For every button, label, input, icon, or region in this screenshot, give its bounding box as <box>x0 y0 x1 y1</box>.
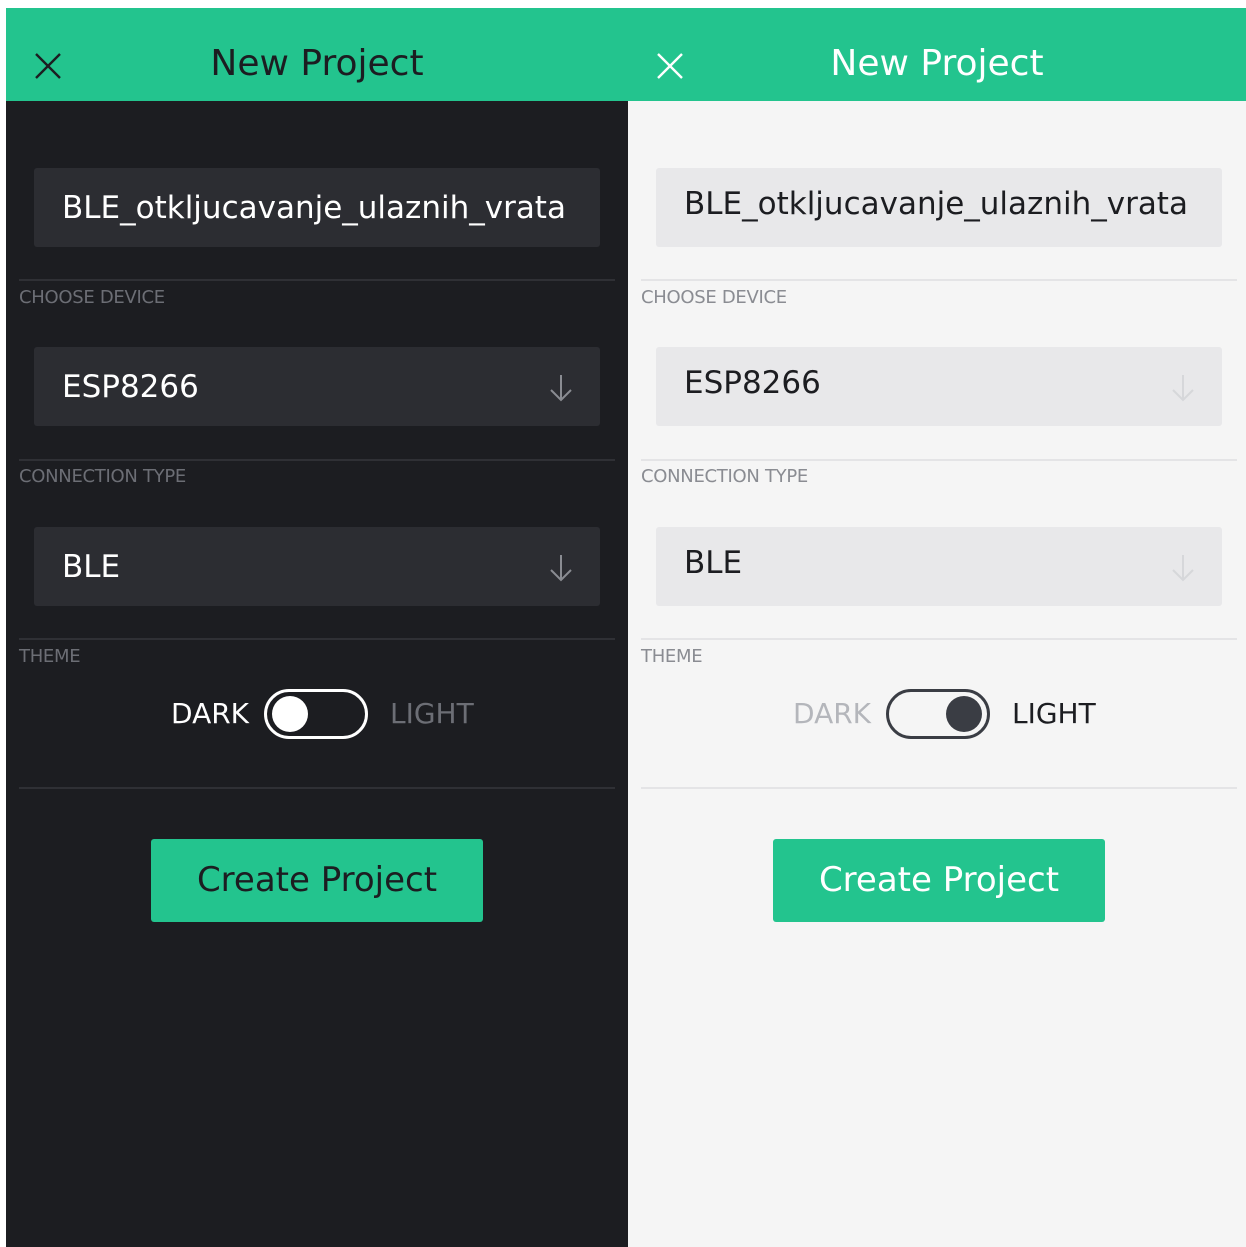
create-project-button[interactable]: Create Project <box>773 839 1105 922</box>
arrow-down-icon <box>1172 375 1194 402</box>
project-name-input[interactable]: BLE_otkljucavanje_ulaznih_vrata <box>656 168 1222 247</box>
choose-device-label: CHOOSE DEVICE <box>641 287 787 308</box>
theme-label: THEME <box>19 646 81 667</box>
theme-switch-row: DARK LIGHT <box>628 688 1246 744</box>
theme-switch-row: DARK LIGHT <box>6 688 628 744</box>
arrow-down-icon <box>1172 555 1194 582</box>
arrow-down-icon <box>550 375 572 402</box>
page-title: New Project <box>830 43 1044 84</box>
toggle-knob <box>946 696 982 732</box>
arrow-down-icon <box>550 555 572 582</box>
divider <box>19 459 615 461</box>
choose-device-label: CHOOSE DEVICE <box>19 287 165 308</box>
device-value: ESP8266 <box>684 365 821 401</box>
connection-type-select[interactable]: BLE <box>656 527 1222 606</box>
toggle-knob <box>272 696 308 732</box>
connection-type-label: CONNECTION TYPE <box>19 466 186 487</box>
connection-type-select[interactable]: BLE <box>34 527 600 606</box>
project-name-value: BLE_otkljucavanje_ulaznih_vrata <box>62 190 566 226</box>
connection-type-label: CONNECTION TYPE <box>641 466 808 487</box>
screens-container: New Project BLE_otkljucavanje_ulaznih_vr… <box>6 8 1246 1247</box>
divider <box>19 279 615 281</box>
theme-option-light[interactable]: LIGHT <box>1012 696 1096 732</box>
header-bar: New Project <box>6 8 628 101</box>
divider <box>641 279 1237 281</box>
create-project-button[interactable]: Create Project <box>151 839 483 922</box>
theme-toggle[interactable] <box>264 689 368 739</box>
connection-type-value: BLE <box>684 545 743 581</box>
theme-toggle[interactable] <box>886 689 990 739</box>
theme-option-dark[interactable]: DARK <box>171 696 249 732</box>
project-name-value: BLE_otkljucavanje_ulaznih_vrata <box>684 186 1188 222</box>
divider <box>641 787 1237 789</box>
divider <box>641 459 1237 461</box>
device-select[interactable]: ESP8266 <box>656 347 1222 426</box>
divider <box>19 787 615 789</box>
screen-light-theme: New Project BLE_otkljucavanje_ulaznih_vr… <box>628 8 1246 1247</box>
theme-label: THEME <box>641 646 703 667</box>
divider <box>19 638 615 640</box>
connection-type-value: BLE <box>62 549 121 585</box>
theme-option-light[interactable]: LIGHT <box>390 696 474 732</box>
project-name-input[interactable]: BLE_otkljucavanje_ulaznih_vrata <box>34 168 600 247</box>
theme-option-dark[interactable]: DARK <box>793 696 871 732</box>
device-value: ESP8266 <box>62 369 199 405</box>
header-bar: New Project <box>628 8 1246 101</box>
device-select[interactable]: ESP8266 <box>34 347 600 426</box>
page-title: New Project <box>210 43 424 84</box>
screen-dark-theme: New Project BLE_otkljucavanje_ulaznih_vr… <box>6 8 628 1247</box>
divider <box>641 638 1237 640</box>
